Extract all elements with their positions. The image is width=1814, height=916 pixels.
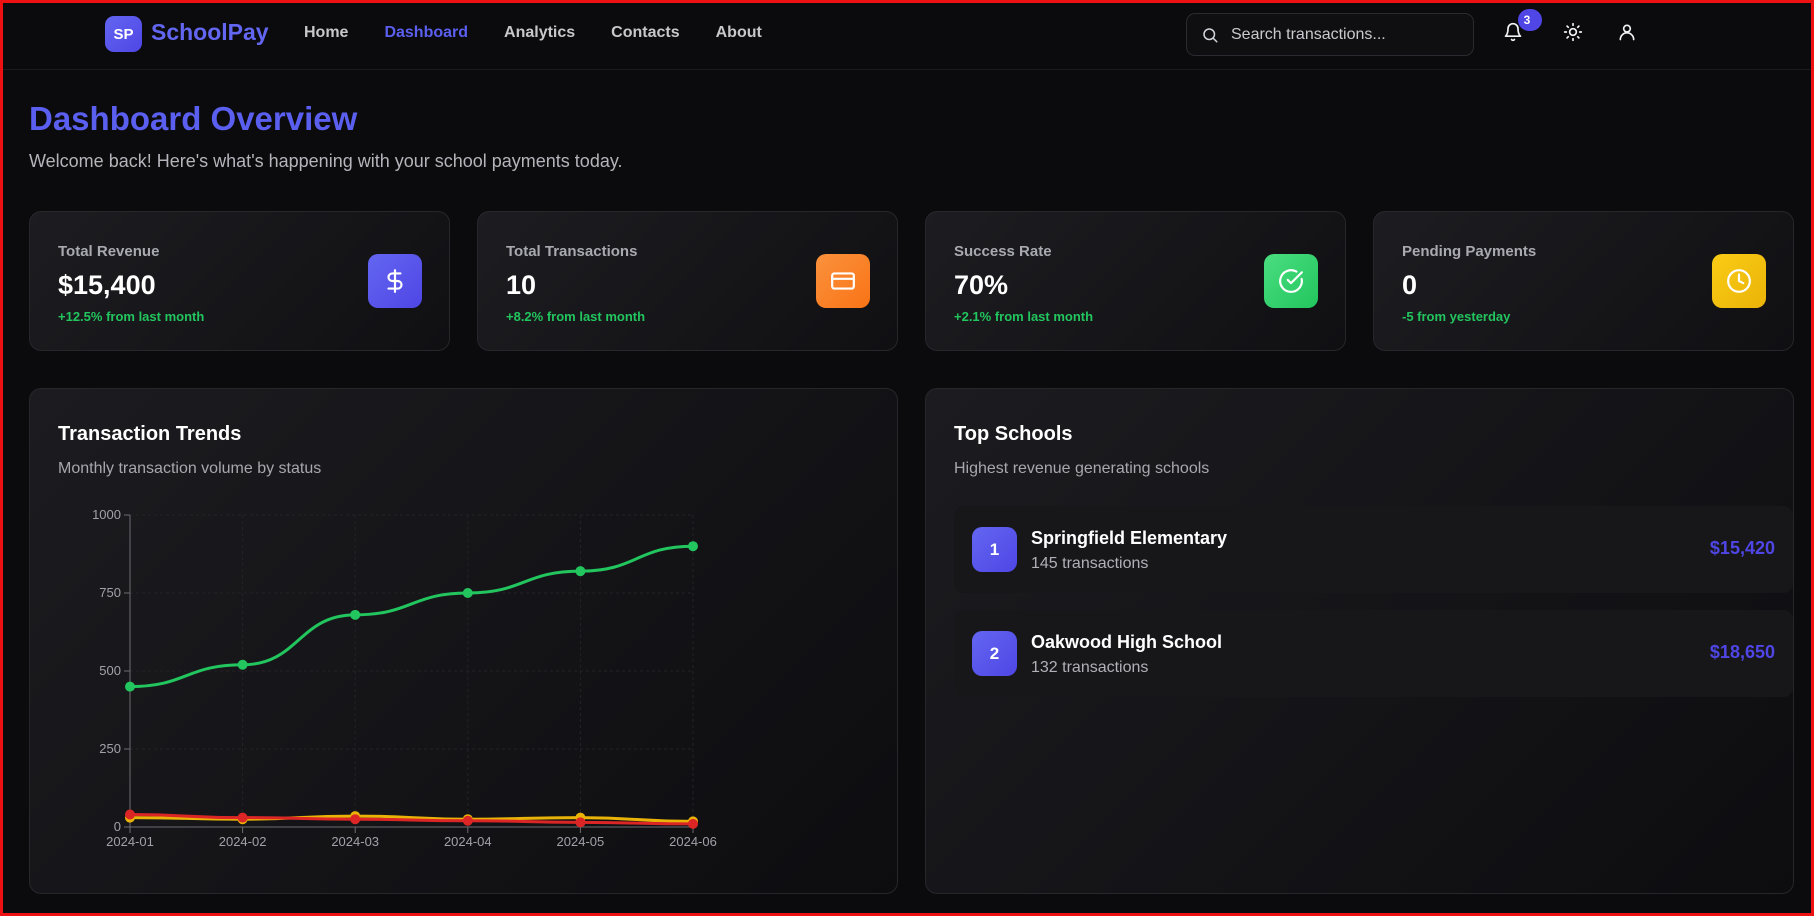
stat-label: Pending Payments xyxy=(1402,243,1537,260)
page-subtitle: Welcome back! Here's what's happening wi… xyxy=(29,151,623,171)
school-rank-badge: 1 xyxy=(972,527,1017,572)
stat-delta: -5 from yesterday xyxy=(1402,309,1511,324)
data-point xyxy=(462,815,473,826)
theme-toggle-button[interactable] xyxy=(1563,22,1587,46)
y-tick-label: 750 xyxy=(99,585,121,600)
stat-delta: +2.1% from last month xyxy=(954,309,1094,324)
x-tick-label: 2024-01 xyxy=(106,834,154,849)
y-tick-label: 0 xyxy=(114,819,121,834)
data-point xyxy=(350,814,361,825)
nav-analytics[interactable]: Analytics xyxy=(504,24,575,42)
school-name: Oakwood High School xyxy=(1031,632,1223,652)
stat-card-total-transactions: Total Transactions 10 +8.2% from last mo… xyxy=(477,211,898,351)
school-transactions: 145 transactions xyxy=(1031,555,1149,572)
x-tick-label: 2024-04 xyxy=(444,834,492,849)
profile-button[interactable] xyxy=(1617,22,1641,46)
y-tick-label: 250 xyxy=(99,741,121,756)
user-icon xyxy=(1619,24,1635,41)
school-list-item[interactable]: 2 Oakwood High School 132 transactions $… xyxy=(954,610,1793,697)
panel-subtitle: Highest revenue generating schools xyxy=(954,460,1210,477)
stat-card-success-rate: Success Rate 70% +2.1% from last month xyxy=(925,211,1346,351)
dollar-icon xyxy=(368,254,422,308)
stat-card-total-revenue: Total Revenue $15,400 +12.5% from last m… xyxy=(29,211,450,351)
school-list-item[interactable]: 1 Springfield Elementary 145 transaction… xyxy=(954,506,1793,593)
school-name: Springfield Elementary xyxy=(1031,528,1228,548)
top-navbar: SP SchoolPay Home Dashboard Analytics Co… xyxy=(0,0,1814,70)
search-input[interactable] xyxy=(1231,22,1461,48)
x-tick-label: 2024-03 xyxy=(331,834,379,849)
notification-badge: 3 xyxy=(1518,9,1542,31)
series-line xyxy=(129,544,694,689)
school-revenue: $18,650 xyxy=(1709,642,1775,662)
stat-value: 0 xyxy=(1402,270,1418,300)
brand-name[interactable]: SchoolPay xyxy=(151,19,269,46)
main-nav: Home Dashboard Analytics Contacts About xyxy=(304,24,798,42)
stat-value: 70% xyxy=(954,270,1009,300)
credit-card-icon xyxy=(816,254,870,308)
stat-label: Success Rate xyxy=(954,243,1052,260)
data-point xyxy=(575,817,586,828)
data-point xyxy=(125,681,135,692)
clock-icon xyxy=(1712,254,1766,308)
sun-icon xyxy=(1563,22,1583,42)
logo[interactable]: SP xyxy=(105,16,142,52)
data-point xyxy=(688,818,698,829)
transaction-trends-panel: Transaction Trends Monthly transaction v… xyxy=(29,388,898,894)
data-point xyxy=(688,541,698,552)
data-point xyxy=(237,812,248,823)
nav-dashboard[interactable]: Dashboard xyxy=(384,24,468,42)
stat-card-pending-payments: Pending Payments 0 -5 from yesterday xyxy=(1373,211,1794,351)
top-schools-panel: Top Schools Highest revenue generating s… xyxy=(925,388,1794,894)
x-tick-label: 2024-05 xyxy=(557,834,605,849)
school-revenue: $15,420 xyxy=(1709,538,1775,558)
y-tick-label: 500 xyxy=(99,663,121,678)
check-circle-icon xyxy=(1264,254,1318,308)
x-tick-label: 2024-06 xyxy=(669,834,717,849)
data-point xyxy=(462,588,473,598)
nav-contacts[interactable]: Contacts xyxy=(611,24,679,42)
search-icon xyxy=(1203,28,1218,43)
stat-delta: +8.2% from last month xyxy=(506,309,646,324)
nav-home[interactable]: Home xyxy=(304,24,348,42)
stat-value: $15,400 xyxy=(58,270,156,300)
data-point xyxy=(575,566,586,577)
data-point xyxy=(350,609,361,620)
school-transactions: 132 transactions xyxy=(1031,659,1149,676)
school-rank-badge: 2 xyxy=(972,631,1017,676)
data-point xyxy=(125,809,135,820)
stat-value: 10 xyxy=(506,270,537,300)
page-title: Dashboard Overview xyxy=(29,100,358,137)
data-point xyxy=(237,659,248,670)
stat-delta: +12.5% from last month xyxy=(58,309,205,324)
stat-label: Total Transactions xyxy=(506,243,638,260)
stat-label: Total Revenue xyxy=(58,243,160,260)
y-tick-label: 1000 xyxy=(92,507,121,522)
nav-about[interactable]: About xyxy=(716,24,762,42)
x-tick-label: 2024-02 xyxy=(219,834,267,849)
panel-title: Top Schools xyxy=(954,423,1073,445)
search-box xyxy=(1186,13,1474,56)
transaction-trends-chart: 0 250 500 750 1000 2024-01 2024-02 2024-03 2024-… xyxy=(92,507,717,849)
